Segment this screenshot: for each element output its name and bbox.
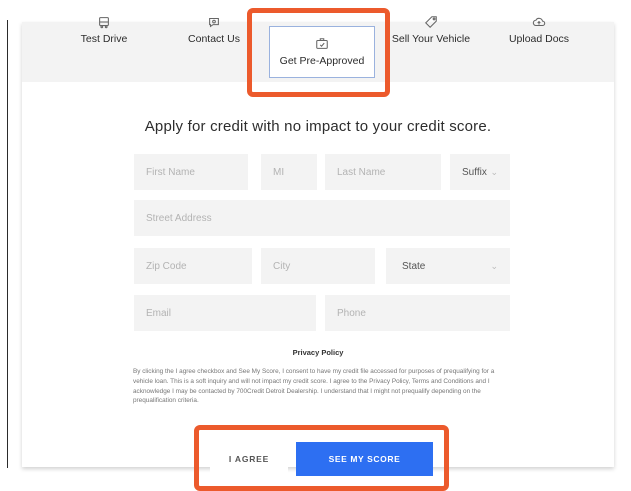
consent-disclaimer: By clicking the I agree checkbox and See…	[133, 368, 495, 405]
suffix-label: Suffix	[462, 166, 487, 178]
chat-icon	[209, 17, 219, 28]
phone-input[interactable]	[325, 295, 510, 331]
chevron-down-icon: ⌄	[490, 166, 498, 177]
tab-label: Upload Docs	[508, 33, 570, 45]
chevron-down-icon: ⌄	[490, 260, 498, 271]
tab-test-drive[interactable]: Test Drive	[62, 0, 146, 60]
car-icon	[99, 17, 109, 29]
last-name-input[interactable]	[325, 154, 441, 190]
tab-label: Contact Us	[188, 33, 240, 45]
tab-label: Sell Your Vehicle	[391, 33, 471, 45]
state-select[interactable]: State ⌄	[386, 248, 510, 284]
tab-label: Test Drive	[80, 33, 128, 45]
street-address-input[interactable]	[134, 200, 510, 236]
state-label: State	[402, 260, 426, 272]
city-input[interactable]	[261, 248, 375, 284]
first-name-input[interactable]	[134, 154, 248, 190]
tab-upload-docs[interactable]: Upload Docs	[498, 0, 580, 60]
upload-cloud-icon	[532, 17, 546, 27]
tab-contact-us[interactable]: Contact Us	[170, 0, 258, 60]
zip-code-input[interactable]	[134, 248, 252, 284]
email-input[interactable]	[134, 295, 316, 331]
page-headline: Apply for credit with no impact to your …	[144, 118, 492, 135]
suffix-select[interactable]: Suffix ⌄	[450, 154, 510, 190]
tab-sell-your-vehicle[interactable]: Sell Your Vehicle	[383, 0, 479, 60]
middle-initial-input[interactable]	[261, 154, 317, 190]
privacy-policy-link[interactable]: Privacy Policy	[22, 348, 614, 357]
highlight-box-buttons	[194, 425, 449, 491]
tag-icon	[425, 16, 437, 28]
page-left-border	[7, 20, 8, 468]
highlight-box-tab	[247, 8, 390, 97]
